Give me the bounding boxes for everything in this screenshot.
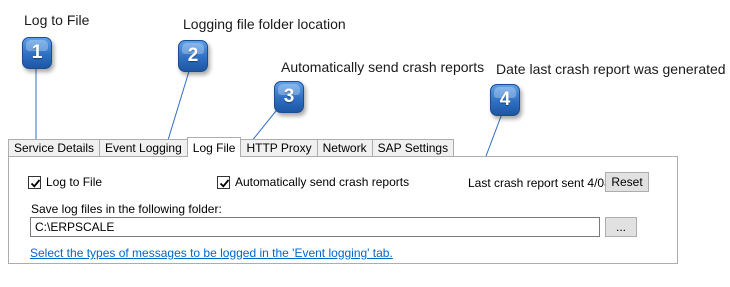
settings-tab-strip: Service Details Event Logging Log File H… — [8, 137, 455, 157]
tab-event-logging[interactable]: Event Logging — [99, 139, 188, 156]
tab-service-details[interactable]: Service Details — [8, 139, 101, 156]
log-to-file-checkbox[interactable] — [28, 175, 41, 189]
callout-4-text: Date last crash report was generated — [496, 61, 726, 77]
tab-http-proxy[interactable]: HTTP Proxy — [240, 139, 318, 156]
callout-3-number: 3 — [283, 86, 295, 107]
callout-1-badge: 1 — [22, 37, 52, 69]
tab-network[interactable]: Network — [316, 139, 373, 156]
callout-1-text: Log to File — [24, 12, 90, 28]
log-folder-input[interactable] — [30, 217, 600, 237]
checkmark-icon — [219, 178, 230, 188]
callout-1-number: 1 — [31, 42, 43, 63]
auto-crash-checkbox[interactable] — [217, 175, 230, 189]
tab-log-file[interactable]: Log File — [186, 137, 242, 157]
callout-2-badge: 2 — [178, 40, 208, 72]
log-to-file-label: Log to File — [46, 175, 103, 189]
callout-4-badge: 4 — [490, 84, 520, 116]
log-file-panel: Log to File Automatically send crash rep… — [8, 156, 678, 264]
browse-folder-button[interactable]: ... — [605, 217, 637, 237]
reset-button[interactable]: Reset — [605, 172, 649, 192]
callout-2-number: 2 — [187, 45, 199, 66]
tab-sap-settings[interactable]: SAP Settings — [371, 139, 455, 156]
auto-crash-label: Automatically send crash reports — [235, 175, 410, 189]
callout-3-text: Automatically send crash reports — [281, 59, 485, 75]
callout-2-text: Logging file folder location — [183, 16, 346, 32]
checkmark-icon — [30, 178, 41, 188]
event-logging-link[interactable]: Select the types of messages to be logge… — [30, 246, 393, 260]
callout-3-badge: 3 — [274, 81, 304, 113]
log-to-file-row[interactable]: Log to File — [28, 175, 102, 189]
callout-4-number: 4 — [499, 89, 511, 110]
folder-label: Save log files in the following folder: — [31, 202, 222, 216]
auto-crash-row[interactable]: Automatically send crash reports — [217, 175, 409, 189]
